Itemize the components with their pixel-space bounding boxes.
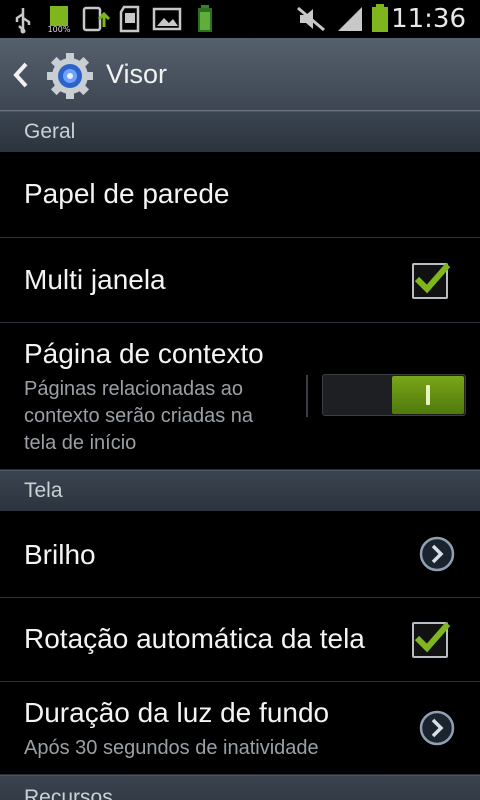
item-title: Rotação automática da tela	[24, 623, 365, 654]
item-summary: Páginas relacionadas ao	[24, 378, 244, 400]
item-summary: contexto serão criadas na	[24, 405, 254, 427]
battery-icon	[372, 4, 388, 32]
list-item-context-page[interactable]: Página de contexto Páginas relacionadas …	[0, 323, 480, 470]
item-title: Duração da luz de fundo	[24, 697, 330, 728]
signal-icon	[338, 7, 362, 31]
item-summary: tela de início	[24, 432, 137, 454]
section-header-features: Recursos	[0, 775, 480, 800]
item-summary: Após 30 segundos de inatividade	[24, 737, 319, 759]
divider	[306, 375, 308, 417]
item-title: Papel de parede	[24, 178, 230, 209]
battery-charging-icon	[198, 5, 212, 32]
checkmark-icon	[414, 622, 451, 653]
list-item-brightness[interactable]: Brilho	[0, 511, 480, 598]
gallery-icon	[152, 7, 182, 31]
multi-window-checkbox[interactable]	[412, 263, 451, 299]
page-title: Visor	[106, 59, 168, 89]
checkmark-icon	[414, 263, 451, 294]
item-title: Brilho	[24, 539, 96, 570]
battery-percent-label: 100%	[47, 25, 71, 34]
settings-gear-icon[interactable]	[46, 52, 94, 100]
section-label: Geral	[24, 120, 76, 143]
mute-icon	[297, 6, 325, 32]
action-bar: Visor	[0, 38, 480, 111]
section-label: Recursos	[24, 786, 113, 800]
list-item-multi-window[interactable]: Multi janela	[0, 238, 480, 323]
chevron-right-circle-icon	[419, 710, 455, 746]
battery-full-icon: 100%	[46, 4, 72, 34]
item-title: Multi janela	[24, 264, 166, 295]
list-item-backlight-duration[interactable]: Duração da luz de fundo Após 30 segundos…	[0, 682, 480, 775]
list-item-wallpaper[interactable]: Papel de parede	[0, 152, 480, 238]
sd-card-icon	[119, 5, 140, 33]
back-icon[interactable]	[10, 60, 32, 90]
list-item-auto-rotate[interactable]: Rotação automática da tela	[0, 598, 480, 682]
screen: 100% 11:36 Visor Geral Papel de parede M…	[0, 0, 480, 800]
switch-thumb	[392, 376, 464, 414]
item-title: Página de contexto	[24, 338, 264, 369]
clock: 11:36	[391, 4, 466, 34]
usb-icon	[15, 8, 31, 34]
section-header-screen: Tela	[0, 470, 480, 512]
auto-rotate-checkbox[interactable]	[412, 622, 451, 658]
context-page-switch[interactable]	[322, 374, 466, 416]
device-upload-icon	[82, 6, 111, 32]
status-bar: 100% 11:36	[0, 0, 480, 38]
section-header-general: Geral	[0, 111, 480, 153]
chevron-right-circle-icon	[419, 536, 455, 572]
section-label: Tela	[24, 479, 63, 502]
